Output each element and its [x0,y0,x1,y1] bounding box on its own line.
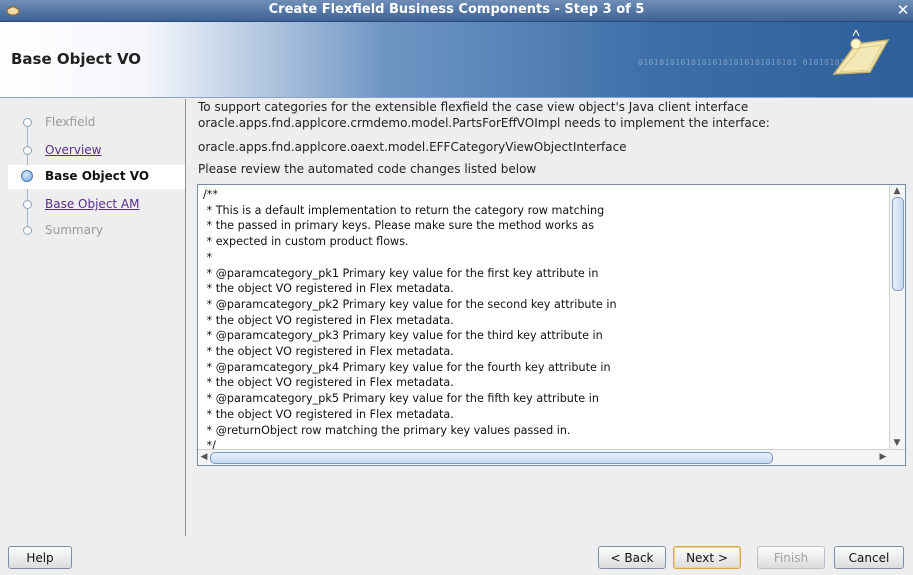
cancel-button[interactable]: Cancel [834,546,904,569]
finish-button[interactable]: Finish [757,546,825,569]
next-button[interactable]: Next > [673,546,741,569]
wizard-banner-icon [832,30,890,75]
step-label: Summary [45,223,103,237]
step-indicator-icon [23,226,32,235]
step-base-object-vo[interactable]: Base Object VO [8,165,185,189]
step-flexfield: Flexfield [8,111,185,135]
step-base-object-am[interactable]: Base Object AM [8,193,185,217]
wizard-header: Base Object VO 0101010101010101010101010… [0,22,913,98]
scroll-left-icon[interactable]: ◀ [199,452,209,462]
vertical-scroll-thumb[interactable] [892,197,904,291]
page-title: Base Object VO [11,50,142,68]
step-indicator-icon [23,118,32,127]
step-label[interactable]: Overview [45,143,102,157]
step-indicator-icon [23,200,32,209]
step-overview[interactable]: Overview [8,139,185,163]
step-indicator-icon [23,146,32,155]
step-summary: Summary [8,219,185,243]
current-step-indicator-icon [21,170,33,182]
code-changes-textarea[interactable]: /** * This is a default implementation t… [197,184,906,466]
horizontal-scroll-thumb[interactable] [210,452,773,464]
interface-name: oracle.apps.fnd.applcore.oaext.model.EFF… [198,140,627,154]
intro-text-line-2: oracle.apps.fnd.applcore.crmdemo.model.P… [198,116,770,130]
close-icon[interactable]: ✕ [895,1,911,19]
review-note: Please review the automated code changes… [198,162,537,176]
intro-text-line-1: To support categories for the extensible… [198,100,749,114]
step-label: Base Object VO [45,169,150,183]
window-title: Create Flexfield Business Components - S… [268,2,645,17]
vertical-scrollbar[interactable]: ▲ ▼ [889,185,905,450]
horizontal-scrollbar[interactable]: ◀ ▶ [198,449,905,465]
step-label: Flexfield [45,115,96,129]
scroll-right-icon[interactable]: ▶ [878,452,888,462]
step-label[interactable]: Base Object AM [45,197,140,211]
scroll-down-icon[interactable]: ▼ [892,438,902,448]
window-title-bar[interactable]: Create Flexfield Business Components - S… [0,0,913,22]
scroll-up-icon[interactable]: ▲ [892,186,902,196]
code-text[interactable]: /** * This is a default implementation t… [203,187,617,454]
help-button[interactable]: Help [8,546,72,569]
back-button[interactable]: < Back [598,546,666,569]
